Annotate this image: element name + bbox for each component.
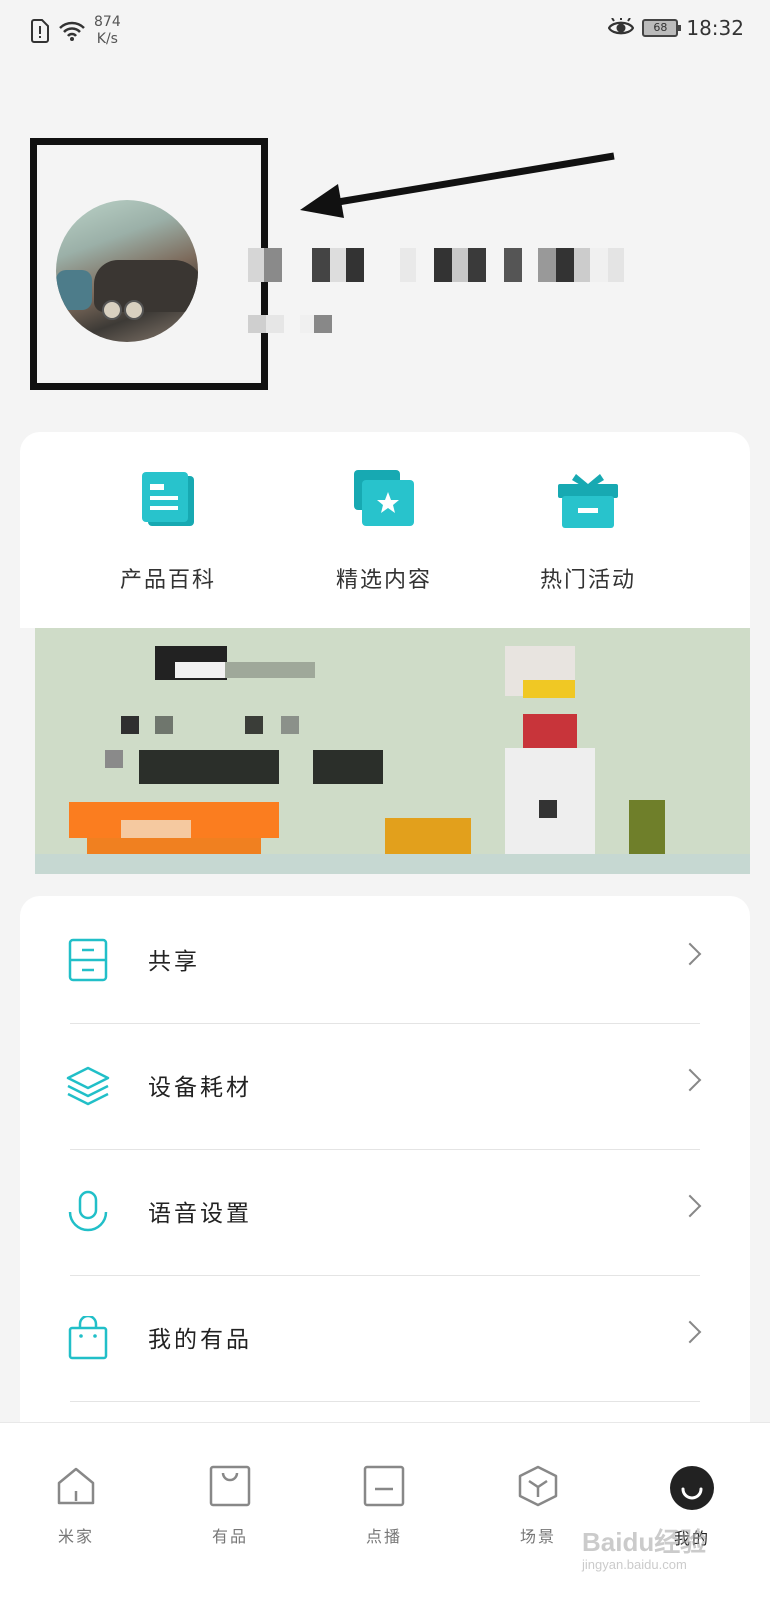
menu-item-label: 我的有品 xyxy=(148,1327,252,1353)
menu-item-my-youpin[interactable]: 我的有品 xyxy=(20,1274,750,1402)
clock: 18:32 xyxy=(686,16,744,40)
star-card-icon xyxy=(354,470,414,526)
quick-action-label: 热门活动 xyxy=(539,568,636,593)
username-redacted xyxy=(248,248,624,282)
promo-banner[interactable] xyxy=(35,628,750,874)
quick-action-product-wiki[interactable]: 产品百科 xyxy=(68,468,268,594)
layers-icon xyxy=(66,1066,110,1106)
battery-indicator: 68 xyxy=(642,19,682,37)
menu-item-label: 共享 xyxy=(148,949,200,975)
document-icon xyxy=(142,472,194,526)
sim-alert-icon xyxy=(31,19,49,43)
chevron-right-icon xyxy=(678,1320,702,1344)
wifi-icon xyxy=(59,21,85,41)
home-icon xyxy=(57,1467,95,1505)
menu-item-label: 语音设置 xyxy=(148,1201,252,1227)
eye-comfort-icon xyxy=(608,18,635,35)
tab-label: 米家 xyxy=(57,1527,94,1546)
tab-label: 点播 xyxy=(365,1527,402,1546)
chevron-right-icon xyxy=(678,1068,702,1092)
chevron-right-icon xyxy=(678,1194,702,1218)
baidu-watermark: Baidu经验 jingyan.baidu.com xyxy=(582,1522,706,1572)
quick-action-activities[interactable]: 热门活动 xyxy=(488,468,688,594)
shopping-bag-icon xyxy=(68,1316,108,1360)
cube-icon xyxy=(518,1465,558,1507)
user-id-redacted xyxy=(248,315,332,333)
menu-item-label: 设备耗材 xyxy=(148,1075,252,1101)
cabinet-icon xyxy=(68,938,108,982)
tab-scenes[interactable]: 场景 xyxy=(488,1465,588,1547)
quick-action-featured[interactable]: 精选内容 xyxy=(284,468,484,594)
menu-item-share[interactable]: 共享 xyxy=(20,896,750,1024)
tab-on-demand[interactable]: 点播 xyxy=(334,1465,434,1547)
menu-item-consumables[interactable]: 设备耗材 xyxy=(20,1022,750,1150)
watermark-url: jingyan.baidu.com xyxy=(582,1557,687,1572)
smile-icon xyxy=(670,1466,714,1510)
network-speed: 874 K/s xyxy=(94,14,121,48)
tab-mijia[interactable]: 米家 xyxy=(26,1465,126,1547)
avatar[interactable] xyxy=(56,200,198,342)
tab-label: 场景 xyxy=(519,1527,556,1546)
bag-icon xyxy=(209,1465,251,1507)
bottom-tab-bar: 米家 有品 点播 场景 我的 xyxy=(0,1422,770,1601)
watermark-brand: Baidu经验 xyxy=(582,1527,707,1557)
quick-action-label: 产品百科 xyxy=(119,568,216,593)
tab-label: 有品 xyxy=(211,1527,248,1546)
tab-youpin[interactable]: 有品 xyxy=(180,1465,280,1547)
menu-item-voice-settings[interactable]: 语音设置 xyxy=(20,1148,750,1276)
banner-top-edge xyxy=(20,608,750,628)
gift-icon xyxy=(558,474,618,528)
divider xyxy=(70,1401,700,1402)
microphone-icon xyxy=(68,1190,108,1232)
settings-menu: 共享 设备耗材 语音设置 我的有品 xyxy=(20,896,750,1436)
status-bar: 874 K/s 68 18:32 xyxy=(0,0,770,60)
network-speed-unit: K/s xyxy=(96,31,118,47)
network-speed-value: 874 xyxy=(94,14,121,30)
chevron-right-icon xyxy=(678,942,702,966)
quick-action-label: 精选内容 xyxy=(335,568,432,593)
pointer-arrow-icon xyxy=(300,152,615,218)
quick-actions-card: 产品百科 精选内容 热门活动 xyxy=(20,432,750,612)
tv-icon xyxy=(363,1465,405,1507)
